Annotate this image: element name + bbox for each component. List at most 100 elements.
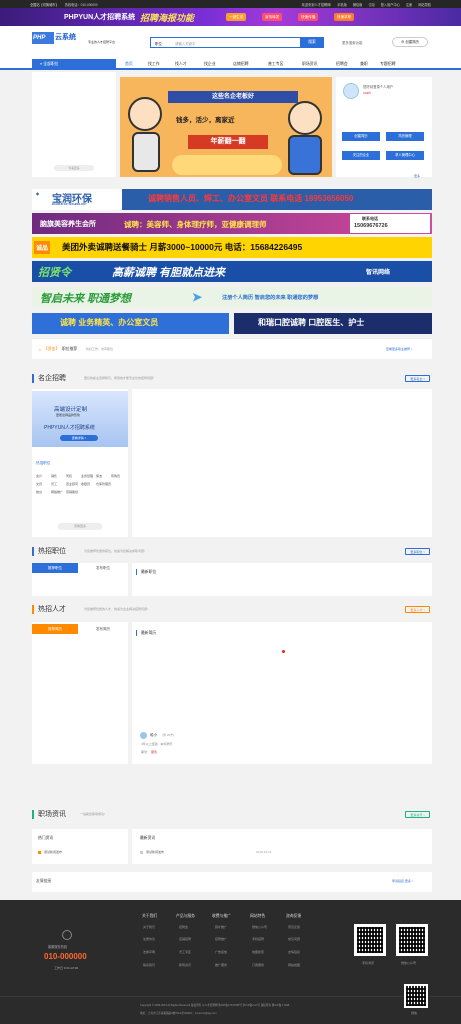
- notice-more-link[interactable]: 查看更多职业推荐 >: [386, 347, 413, 351]
- footer-link[interactable]: 常见问题: [288, 937, 300, 941]
- footer-link[interactable]: 手机招聘: [252, 937, 264, 941]
- famous-company-grid: [132, 389, 432, 537]
- nav-news[interactable]: 职场资讯: [298, 59, 322, 69]
- promo-detail-button[interactable]: 查看详情 >: [60, 435, 98, 441]
- more-jobs-button[interactable]: 更多职位 >: [405, 548, 430, 555]
- footer-col-heading: 网站特色: [250, 914, 266, 918]
- qr-caption: 微信公众号: [401, 961, 417, 965]
- ad-banner-3[interactable]: 诚品 美团外卖诚聘送餐骑士 月薪3000~10000元 电话：156842264…: [32, 237, 432, 258]
- login-link[interactable]: 登入用户中心: [381, 2, 400, 7]
- search-category-select[interactable]: 职位: [155, 41, 162, 46]
- followed-companies-button[interactable]: 关注的企业: [342, 151, 380, 160]
- resume-role-label: 期望：: [141, 750, 151, 754]
- nav-job-fair[interactable]: 招聘会: [332, 59, 352, 69]
- footer-link[interactable]: 招聘会: [179, 925, 188, 929]
- links-more[interactable]: 申请链接 更多 >: [392, 879, 413, 883]
- tab-recommended-resumes[interactable]: 推荐简历: [32, 624, 78, 634]
- site-logo[interactable]: PHP: [32, 32, 54, 44]
- ad-banner-2[interactable]: 脑旗美容养生会所 诚聘：美容师、身体理疗师，亚健康调理师 联系电话 150696…: [32, 213, 432, 234]
- footer-link[interactable]: 联系我们: [143, 963, 155, 967]
- footer-link[interactable]: 招聘推广: [215, 937, 227, 941]
- ad-banner-5[interactable]: 智启未来 职通梦想 ➤ 注册个人简历 智启您的未来 职通您的梦想: [32, 287, 432, 308]
- hot-tag[interactable]: 会计: [36, 474, 51, 478]
- hero-carousel[interactable]: 这些名企老板好 钱多，活少，离家近 年薪翻一翻: [120, 77, 332, 177]
- site-nav-link[interactable]: 网站导航: [418, 2, 431, 7]
- resume-name[interactable]: 哈小: [150, 733, 157, 738]
- hot-tag[interactable]: 销售: [51, 474, 66, 478]
- footer-link[interactable]: 注册协议: [143, 937, 155, 941]
- tab-post-job[interactable]: 发布职位: [80, 563, 126, 573]
- user-more-link[interactable]: 更多: [414, 174, 420, 178]
- latest-news-item[interactable]: 测试新闻发布: [146, 850, 164, 854]
- promo-banner[interactable]: PHPYUN人才招聘系统 招聘海报功能 一键生成 宣传转发 快速传播 快速求职: [0, 8, 461, 26]
- hot-tag[interactable]: 置业顾问: [66, 482, 81, 486]
- sidebar-more-button[interactable]: 查看更多: [54, 165, 94, 171]
- hot-news-item[interactable]: 测试新闻发布: [44, 850, 62, 854]
- promo-card[interactable]: 高端设计定制 更能诠释品牌形象 PHPYUN人才招聘系统 查看详情 >: [32, 391, 128, 447]
- hot-tag[interactable]: 普工: [51, 482, 66, 486]
- hot-tag[interactable]: 业务经理: [81, 474, 96, 478]
- nav-find-talent[interactable]: 找人才: [171, 59, 191, 69]
- category-menu-button[interactable]: ≡ 全部职位: [32, 59, 116, 70]
- nav-find-company[interactable]: 找企业: [200, 59, 220, 69]
- cartoon-body-right: [288, 135, 322, 175]
- footer-link[interactable]: 猎才推广: [215, 925, 227, 929]
- hot-tag[interactable]: 前台: [36, 490, 51, 494]
- wechat-link[interactable]: 微信版: [353, 2, 363, 7]
- footer-link[interactable]: 友情链接: [288, 950, 300, 954]
- footer-link[interactable]: 广告投放: [215, 950, 227, 954]
- register-link[interactable]: 注册: [406, 2, 412, 7]
- nav-store-jobs[interactable]: 店铺招聘: [229, 59, 253, 69]
- footer-link[interactable]: 普工专区: [179, 950, 191, 954]
- footer-link[interactable]: 订阅服务: [252, 963, 264, 967]
- hot-tag[interactable]: 营销策划: [66, 490, 81, 494]
- footer-link[interactable]: 职场资讯: [179, 963, 191, 967]
- hot-tag[interactable]: 收银员: [81, 482, 96, 486]
- user-panel: 您好! 请登录个人用户 uoshi 创建简历 简历管理 关注的企业 求人管理中心…: [336, 77, 432, 178]
- mobile-link[interactable]: 手机版: [337, 2, 347, 7]
- advanced-search-link[interactable]: 更多搜索功能: [342, 40, 362, 45]
- nav-worker-zone[interactable]: 普工专区: [264, 59, 288, 69]
- search-button[interactable]: 搜索: [300, 37, 324, 48]
- manage-resume-button[interactable]: 简历管理: [386, 132, 424, 141]
- nav-find-job[interactable]: 找工作: [144, 59, 164, 69]
- ad-banner-6a[interactable]: 诚聘 业务精英、办公室文员: [32, 313, 229, 334]
- section-subtitle: 一站助您职场成功!: [80, 812, 105, 816]
- resume-meta: (男 25岁): [162, 733, 175, 737]
- hot-tag[interactable]: 保洁: [96, 474, 111, 478]
- more-companies-button[interactable]: 更多名企 >: [405, 375, 430, 382]
- footer-link[interactable]: 店铺招聘: [179, 937, 191, 941]
- ad-banner-4[interactable]: 招贤令 高薪诚聘 有胆就点进来 智讯网络: [32, 261, 432, 282]
- create-resume-user-button[interactable]: 创建简历: [342, 132, 380, 141]
- nav-home[interactable]: 首页: [121, 59, 137, 69]
- ad-banner-6b[interactable]: 和瑞口腔诚聘 口腔医生、护士: [234, 313, 432, 334]
- hot-tag[interactable]: 文员: [36, 482, 51, 486]
- hot-tag[interactable]: 导购员: [111, 474, 126, 478]
- footer-link[interactable]: 推广服务: [215, 963, 227, 967]
- more-talent-button[interactable]: 更多人才 >: [405, 606, 430, 613]
- hot-tag[interactable]: 仓库管理员: [96, 482, 111, 486]
- logo-suffix: 云系统: [55, 34, 76, 41]
- view-more-button[interactable]: 查看更多: [58, 523, 102, 530]
- nav-special[interactable]: 专题招聘: [376, 59, 400, 69]
- footer-link[interactable]: 网站地图: [288, 963, 300, 967]
- tab-post-resume[interactable]: 发布简历: [80, 624, 126, 634]
- footer-link[interactable]: 关于我们: [143, 925, 155, 929]
- footer-link[interactable]: 意见反馈: [288, 925, 300, 929]
- hot-tag[interactable]: 网络推广: [51, 490, 66, 494]
- create-resume-button[interactable]: ⊕ 创建简历: [392, 37, 428, 47]
- footer-link[interactable]: 地图搜索: [252, 950, 264, 954]
- nav-part-time[interactable]: 兼职: [356, 59, 372, 69]
- search-input[interactable]: 请输入关键字: [175, 41, 195, 46]
- hot-tag[interactable]: 司机: [66, 474, 81, 478]
- footer-link[interactable]: 法律声明: [143, 950, 155, 954]
- subscribe-link[interactable]: 订阅: [368, 2, 374, 7]
- search-box: 职位 请输入关键字 搜索: [150, 37, 324, 48]
- more-news-button[interactable]: 更多资讯 >: [405, 811, 430, 818]
- employer-center-button[interactable]: 求人管理中心: [386, 151, 424, 160]
- ad-banner-1[interactable]: ◈ 宝润环保 BAORUN EP-TECHNOLOGY 诚聘销售人员、焊工、办公…: [32, 189, 432, 210]
- tab-recommended-jobs[interactable]: 推荐职位: [32, 563, 78, 573]
- footer-link[interactable]: 微信公众号: [252, 925, 267, 929]
- site-footer: 客服服务热线 010-000000 工作日 9:00-18:00 关于我们 关于…: [0, 900, 461, 1024]
- location-link[interactable]: 全国站【切换城市】: [30, 2, 59, 7]
